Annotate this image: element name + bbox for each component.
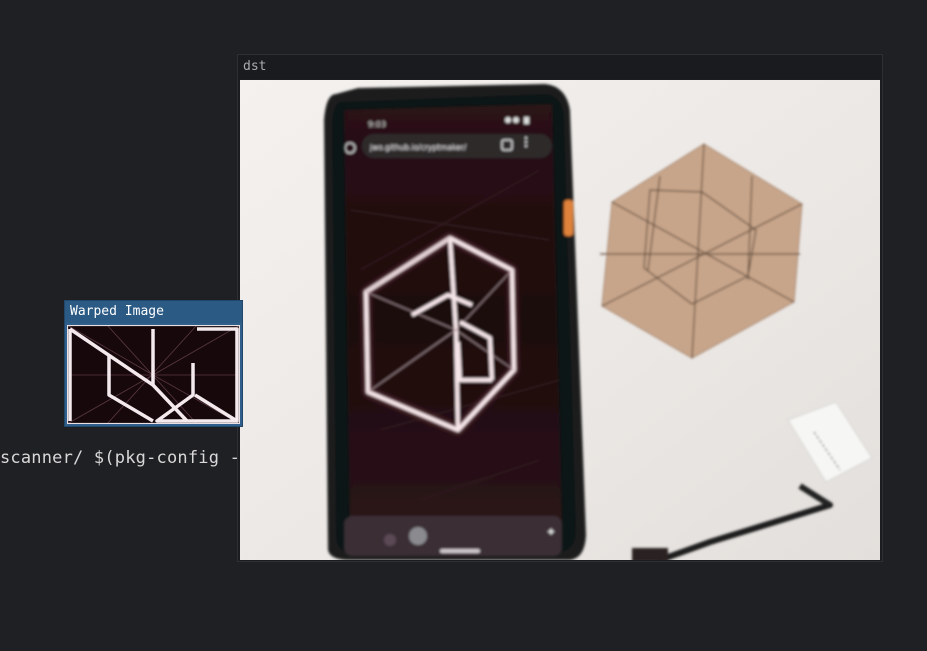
warped-image-title[interactable]: Warped Image xyxy=(65,301,242,323)
dst-window-title[interactable]: dst xyxy=(238,55,882,79)
desktop: scanner/ $(pkg-config - dst 9:03 jwo.git… xyxy=(0,0,927,651)
dst-window[interactable]: dst 9:03 jwo.github.io/cryptmaker/ ✦ xyxy=(238,55,882,561)
dst-image: 9:03 jwo.github.io/cryptmaker/ ✦ xyxy=(240,80,880,560)
phone-status-time: 9:03 xyxy=(368,120,386,129)
phone-kebab-menu-icon xyxy=(524,136,528,148)
phone-address-bar: jwo.github.io/cryptmaker/ xyxy=(369,143,467,152)
camera-frame: 9:03 jwo.github.io/cryptmaker/ ✦ xyxy=(240,80,880,560)
warped-image xyxy=(67,325,240,424)
warped-image-window[interactable]: Warped Image xyxy=(65,301,242,426)
phone-sparkle-icon: ✦ xyxy=(546,525,556,539)
terminal-text: scanner/ $(pkg-config - xyxy=(0,448,241,468)
warped-frame xyxy=(67,325,240,424)
